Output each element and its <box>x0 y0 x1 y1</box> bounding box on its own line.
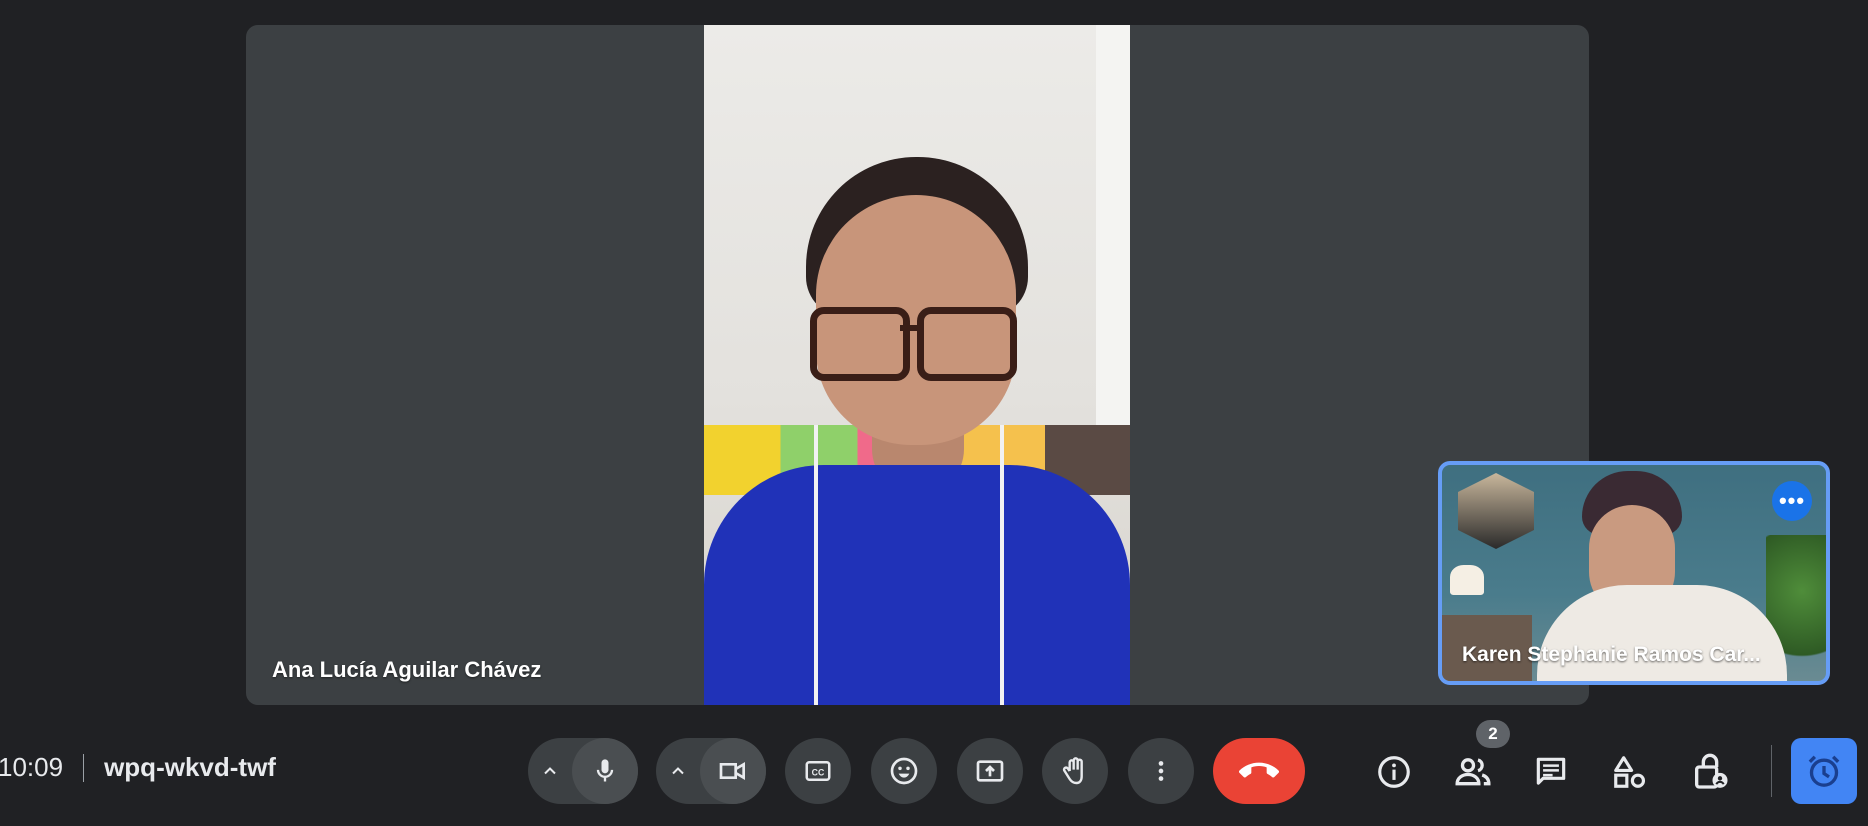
present-button[interactable] <box>957 738 1023 804</box>
emoji-icon <box>890 757 918 785</box>
call-end-icon <box>1239 762 1279 778</box>
chevron-up-icon <box>672 767 684 775</box>
activities-icon <box>1614 756 1646 788</box>
host-controls-button[interactable] <box>1682 744 1738 800</box>
videocam-icon <box>719 762 745 780</box>
chevron-up-icon <box>544 767 556 775</box>
meeting-time: 10:09 <box>0 752 64 782</box>
main-participant-video <box>704 25 1130 705</box>
chat-icon <box>1536 757 1566 785</box>
chat-button[interactable] <box>1523 744 1579 800</box>
alarm-icon <box>1808 755 1840 787</box>
wall-art <box>1458 473 1534 549</box>
camera-control <box>656 738 766 804</box>
tile-more-options-button[interactable]: ••• <box>1772 481 1812 521</box>
meeting-code: wpq-wkvd-twf <box>104 752 276 782</box>
participant-count-badge: 2 <box>1476 720 1510 748</box>
reactions-button[interactable] <box>871 738 937 804</box>
people-button[interactable] <box>1445 744 1501 800</box>
camera-button[interactable] <box>700 738 766 804</box>
more-horiz-icon: ••• <box>1778 488 1806 513</box>
host-controls-icon <box>1695 753 1728 789</box>
earphone-cable-right <box>1000 425 1004 705</box>
toolbar-divider <box>1771 745 1772 797</box>
microphone-control <box>528 738 638 804</box>
mic-icon <box>596 759 614 782</box>
divider <box>83 753 85 782</box>
video-stage: Ana Lucía Aguilar Chávez <box>246 25 1589 705</box>
mic-button[interactable] <box>572 738 638 804</box>
raise-hand-button[interactable] <box>1042 738 1108 804</box>
activities-button[interactable] <box>1602 744 1658 800</box>
people-icon <box>1455 758 1491 786</box>
participant-shirt <box>704 465 1130 705</box>
closed-caption-icon: CC <box>805 761 831 781</box>
timer-button[interactable] <box>1791 738 1857 804</box>
svg-text:CC: CC <box>812 767 825 777</box>
main-participant-name: Ana Lucía Aguilar Chávez <box>272 657 542 682</box>
leave-call-button[interactable] <box>1213 738 1305 804</box>
glasses-bridge <box>900 325 920 331</box>
captions-button[interactable]: CC <box>785 738 851 804</box>
pip-participant-shirt <box>1537 585 1787 681</box>
more-vert-icon <box>1158 761 1164 781</box>
glasses-right-lens <box>917 307 1017 381</box>
audio-settings-button[interactable] <box>528 761 572 781</box>
self-view-tile[interactable]: ••• Karen Stephanie Ramos Car... <box>1438 461 1830 685</box>
meeting-details-button[interactable] <box>1366 744 1422 800</box>
earphone-cable-left <box>814 425 818 705</box>
more-options-button[interactable] <box>1128 738 1194 804</box>
pip-participant-name: Karen Stephanie Ramos Car... <box>1462 643 1761 666</box>
raise-hand-icon <box>1062 757 1083 785</box>
lamp <box>1450 565 1484 595</box>
video-settings-button[interactable] <box>656 761 700 781</box>
background-wall <box>1096 25 1130 455</box>
info-icon <box>1378 756 1410 788</box>
present-screen-icon <box>976 760 1004 782</box>
glasses-left-lens <box>810 307 910 381</box>
meeting-details: 10:09 wpq-wkvd-twf <box>0 752 276 783</box>
